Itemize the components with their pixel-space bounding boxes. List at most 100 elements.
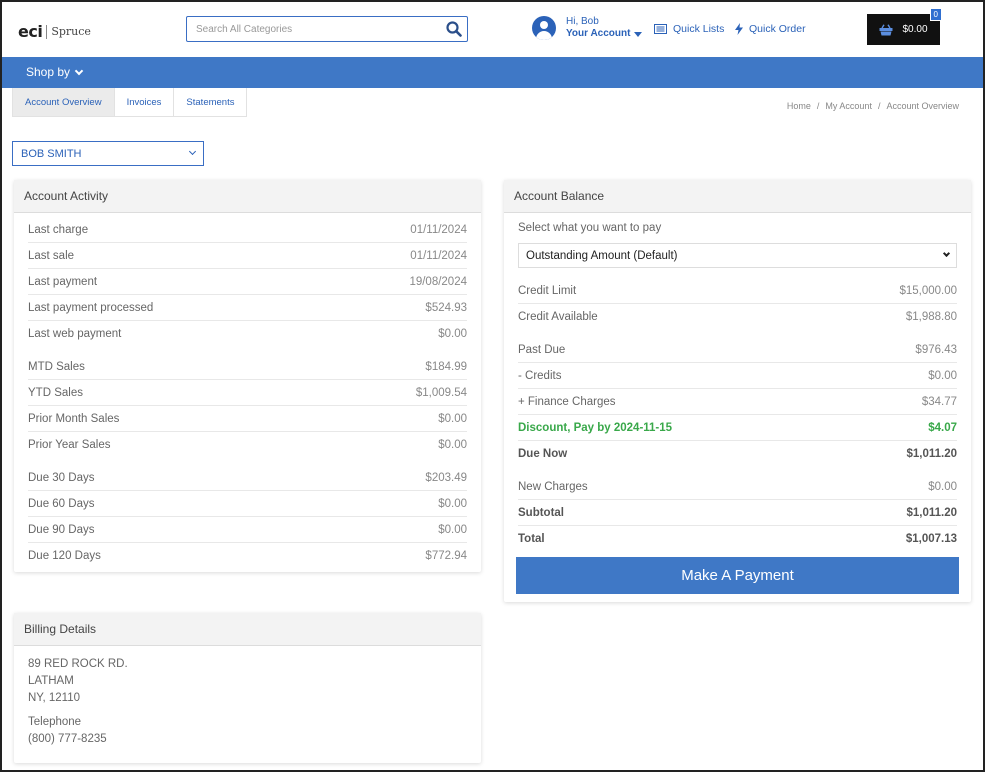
your-account-label: Your Account: [566, 28, 631, 39]
activity-row-value: $524.93: [425, 301, 467, 314]
balance-row-value: $0.00: [928, 369, 957, 382]
activity-row: Due 120 Days $772.94: [28, 543, 467, 569]
chevron-down-icon: [74, 66, 84, 75]
balance-row-label: - Credits: [518, 369, 562, 382]
activity-row-label: Last sale: [28, 249, 75, 262]
account-balance-card: Account Balance Select what you want to …: [504, 180, 971, 602]
customer-select-value: BOB SMITH: [21, 147, 82, 160]
activity-row-label: Last payment: [28, 275, 98, 288]
activity-row-value: 01/11/2024: [410, 223, 467, 236]
greeting-text: Hi, Bob: [566, 16, 599, 27]
activity-row-value: $0.00: [438, 328, 467, 340]
search-box: [186, 16, 468, 42]
tab-account-overview[interactable]: Account Overview: [12, 88, 115, 117]
chevron-down-icon: [188, 147, 197, 156]
activity-row-label: Prior Month Sales: [28, 412, 120, 425]
balance-row-label: + Finance Charges: [518, 395, 616, 408]
activity-row-label: YTD Sales: [28, 386, 83, 399]
activity-row: Last sale 01/11/2024: [28, 243, 467, 269]
balance-row-label: Total: [518, 533, 545, 545]
activity-row-label: Due 60 Days: [28, 497, 95, 510]
billing-details-title: Billing Details: [14, 613, 481, 646]
balance-row-value: $1,007.13: [905, 533, 957, 545]
balance-row-value: $1,011.20: [906, 448, 957, 460]
main-nav-bar: Shop by: [2, 57, 983, 88]
activity-row: Last payment processed $524.93: [28, 295, 467, 321]
logo-divider: [46, 24, 48, 39]
activity-row: MTD Sales $184.99: [28, 354, 467, 380]
activity-row-label: MTD Sales: [28, 360, 85, 373]
quick-order-link[interactable]: Quick Order: [735, 23, 806, 35]
account-activity-title: Account Activity: [14, 180, 481, 213]
address-line-3: NY, 12110: [28, 692, 81, 704]
balance-row: Credit Available $1,988.80: [518, 304, 957, 330]
activity-row-label: Due 90 Days: [28, 523, 95, 536]
user-avatar-icon: [532, 16, 556, 40]
tab-invoices[interactable]: Invoices: [113, 88, 175, 117]
activity-row-value: $184.99: [425, 360, 467, 373]
quick-order-label: Quick Order: [749, 23, 806, 35]
balance-row-value: $976.43: [915, 343, 957, 356]
activity-row-value: 19/08/2024: [409, 275, 467, 288]
account-menu[interactable]: Hi, Bob Your Account: [532, 16, 643, 40]
tab-statements[interactable]: Statements: [173, 88, 248, 117]
breadcrumb: Home / My Account / Account Overview: [786, 101, 959, 111]
activity-row-value: $0.00: [438, 523, 467, 536]
cart-total: $0.00: [902, 24, 928, 35]
activity-row: Due 30 Days $203.49: [28, 465, 467, 491]
pay-amount-select-value: Outstanding Amount (Default): [526, 249, 678, 262]
breadcrumb-current: Account Overview: [886, 101, 959, 111]
activity-row-value: $0.00: [438, 497, 467, 510]
account-activity-card: Account Activity Last charge 01/11/2024 La…: [14, 180, 481, 572]
activity-row-label: Last web payment: [28, 328, 122, 340]
caret-down-icon: [634, 31, 643, 37]
activity-row: Prior Month Sales $0.00: [28, 406, 467, 432]
activity-row: Prior Year Sales $0.00: [28, 432, 467, 458]
activity-row-label: Prior Year Sales: [28, 439, 111, 451]
balance-row-value: $0.00: [928, 480, 957, 493]
billing-details-card: Billing Details 89 RED ROCK RD. LATHAM N…: [14, 613, 481, 763]
lightning-icon: [735, 23, 743, 35]
shop-by-label: Shop by: [26, 65, 71, 79]
activity-row-label: Last payment processed: [28, 301, 154, 314]
activity-row: Last charge 01/11/2024: [28, 217, 467, 243]
activity-row-label: Due 120 Days: [28, 550, 101, 562]
balance-row: Due Now $1,011.20: [518, 441, 957, 467]
activity-row-label: Last charge: [28, 223, 89, 236]
activity-row: Due 90 Days $0.00: [28, 517, 467, 543]
quick-lists-link[interactable]: Quick Lists: [654, 23, 724, 35]
activity-row-value: $0.00: [438, 412, 467, 425]
make-payment-button[interactable]: Make A Payment: [516, 557, 959, 594]
balance-row-value: $34.77: [921, 395, 957, 408]
pay-amount-select[interactable]: Outstanding Amount (Default): [518, 243, 957, 268]
quick-lists-label: Quick Lists: [673, 23, 725, 35]
account-tabs: Account Overview Invoices Statements: [12, 88, 248, 117]
balance-row: Total $1,007.13: [518, 526, 957, 552]
logo-spruce-text: Spruce: [51, 25, 91, 38]
account-balance-title: Account Balance: [504, 180, 971, 213]
cart-button[interactable]: $0.00 0: [867, 8, 942, 45]
activity-row-value: $772.94: [425, 550, 467, 562]
activity-row: YTD Sales $1,009.54: [28, 380, 467, 406]
balance-row: Credit Limit $15,000.00: [518, 278, 957, 304]
activity-row: Last payment 19/08/2024: [28, 269, 467, 295]
search-input[interactable]: [187, 17, 441, 41]
pay-select-label: Select what you want to pay: [518, 222, 662, 234]
address-line-1: 89 RED ROCK RD.: [28, 658, 128, 670]
activity-row: Due 60 Days $0.00: [28, 491, 467, 517]
breadcrumb-home[interactable]: Home: [787, 101, 811, 111]
telephone-label: Telephone: [28, 716, 82, 728]
breadcrumb-my-account[interactable]: My Account: [825, 101, 872, 111]
customer-select[interactable]: BOB SMITH: [12, 141, 204, 166]
shop-by-menu[interactable]: Shop by: [26, 65, 84, 79]
eci-spruce-logo[interactable]: eci Spruce: [18, 22, 91, 41]
activity-row-value: $0.00: [438, 439, 467, 451]
balance-row-label: Credit Limit: [518, 284, 577, 297]
list-icon: [654, 24, 667, 34]
balance-row: New Charges $0.00: [518, 474, 957, 500]
balance-row-label: Discount, Pay by 2024-11-15: [518, 421, 673, 434]
search-icon[interactable]: [441, 17, 467, 41]
balance-row-label: Credit Available: [518, 311, 598, 323]
balance-row-value: $1,011.20: [906, 506, 957, 519]
activity-row-label: Due 30 Days: [28, 471, 95, 484]
